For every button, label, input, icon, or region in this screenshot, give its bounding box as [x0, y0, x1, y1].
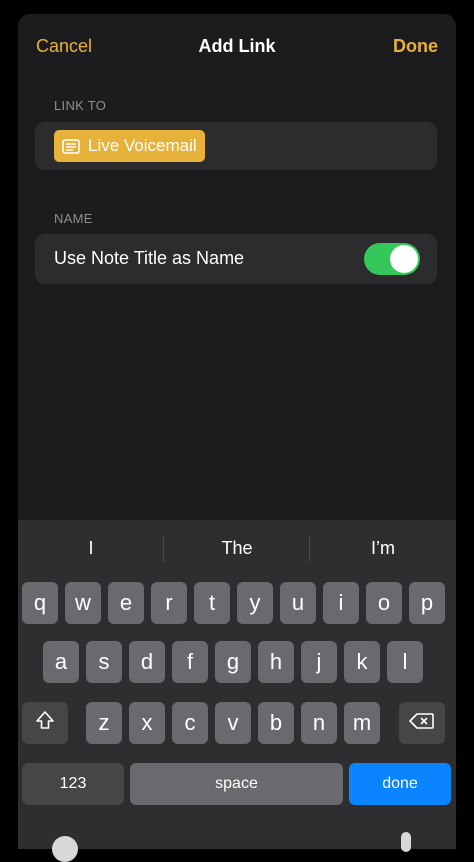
key-l[interactable]: l	[387, 641, 423, 683]
emoji-icon[interactable]	[52, 836, 78, 862]
note-icon	[62, 138, 80, 154]
use-note-title-toggle[interactable]	[364, 243, 420, 275]
linked-note-chip[interactable]: Live Voicemail	[54, 130, 205, 162]
microphone-icon[interactable]	[401, 832, 411, 852]
key-w[interactable]: w	[65, 582, 101, 624]
linked-note-label: Live Voicemail	[88, 136, 197, 155]
key-p[interactable]: p	[409, 582, 445, 624]
key-f[interactable]: f	[172, 641, 208, 683]
key-n[interactable]: n	[301, 702, 337, 744]
suggestion-2[interactable]: The	[164, 538, 310, 559]
key-a[interactable]: a	[43, 641, 79, 683]
key-s[interactable]: s	[86, 641, 122, 683]
key-o[interactable]: o	[366, 582, 402, 624]
key-g[interactable]: g	[215, 641, 251, 683]
page-title: Add Link	[198, 36, 276, 56]
key-m[interactable]: m	[344, 702, 380, 744]
key-e[interactable]: e	[108, 582, 144, 624]
key-j[interactable]: j	[301, 641, 337, 683]
key-i[interactable]: i	[323, 582, 359, 624]
key-x[interactable]: x	[129, 702, 165, 744]
shift-key[interactable]	[22, 702, 68, 744]
suggestion-1[interactable]: I	[18, 538, 164, 559]
key-y[interactable]: y	[237, 582, 273, 624]
toggle-knob	[390, 245, 418, 273]
key-q[interactable]: q	[22, 582, 58, 624]
backspace-icon	[409, 710, 435, 736]
key-z[interactable]: z	[86, 702, 122, 744]
keyboard: I The I’m q w e r t y u i o p a s d f g …	[18, 520, 456, 862]
link-to-cell[interactable]: Live Voicemail	[35, 122, 437, 170]
key-v[interactable]: v	[215, 702, 251, 744]
done-button[interactable]: Done	[393, 36, 438, 57]
key-h[interactable]: h	[258, 641, 294, 683]
suggestion-bar: I The I’m	[18, 520, 456, 576]
backspace-key[interactable]	[399, 702, 445, 744]
space-key[interactable]: space	[130, 763, 343, 805]
name-cell: Use Note Title as Name	[35, 234, 437, 284]
use-note-title-label: Use Note Title as Name	[54, 248, 245, 268]
nav-bar: Cancel Add Link Done	[18, 14, 456, 80]
key-k[interactable]: k	[344, 641, 380, 683]
name-header: NAME	[54, 211, 93, 226]
key-u[interactable]: u	[280, 582, 316, 624]
key-d[interactable]: d	[129, 641, 165, 683]
shift-icon	[35, 710, 55, 736]
key-r[interactable]: r	[151, 582, 187, 624]
return-done-key[interactable]: done	[349, 763, 451, 805]
suggestion-3[interactable]: I’m	[310, 538, 456, 559]
link-to-header: LINK TO	[54, 98, 107, 113]
key-c[interactable]: c	[172, 702, 208, 744]
numbers-key[interactable]: 123	[22, 763, 124, 805]
key-t[interactable]: t	[194, 582, 230, 624]
key-b[interactable]: b	[258, 702, 294, 744]
